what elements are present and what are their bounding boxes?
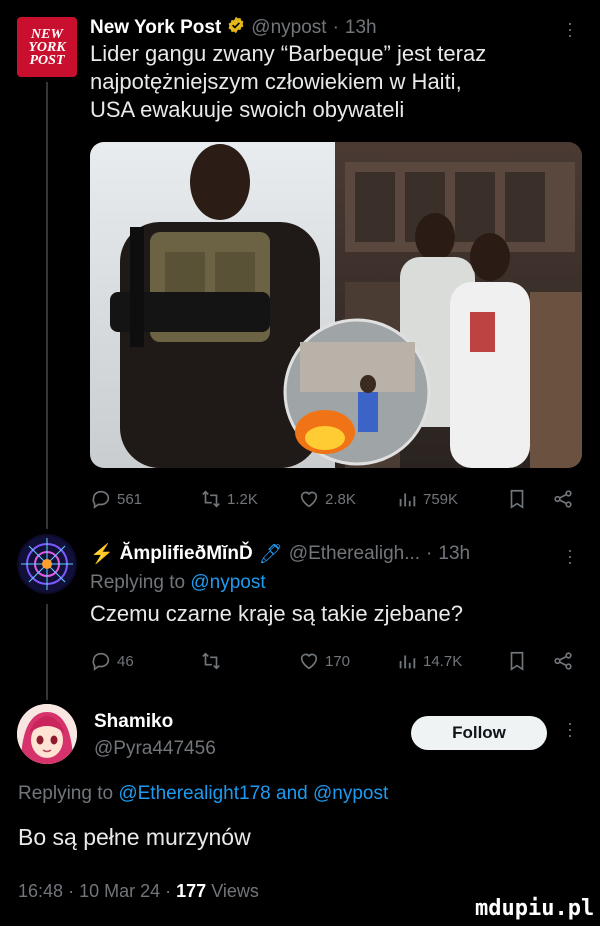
verified-badge-icon: [227, 16, 245, 40]
mandala-icon: [19, 536, 75, 592]
more-options-icon[interactable]: · · ·: [565, 541, 575, 571]
post-date[interactable]: 10 Mar 24: [79, 881, 160, 901]
tweet1-text: Lider gangu zwany “Barbeque” jest teraz …: [90, 40, 486, 124]
reply-icon: [92, 490, 110, 509]
reply-button[interactable]: 561: [90, 488, 142, 510]
watermark: mdupiu.pl: [475, 896, 594, 921]
author-handle[interactable]: @Pyra447456: [94, 738, 216, 760]
replying-handle-link[interactable]: @Etherealight178: [118, 783, 270, 804]
analytics-icon: [399, 493, 416, 507]
tweet1-actions: 561 1.2K 2.8K 759K: [90, 486, 582, 512]
thread-line: [46, 82, 48, 529]
logo-line: NEW: [31, 26, 63, 42]
like-button[interactable]: 2.8K: [298, 488, 356, 510]
post-time[interactable]: 16:48: [18, 881, 63, 901]
replying-handle-link[interactable]: @nypost: [190, 572, 265, 593]
share-button[interactable]: [552, 650, 574, 672]
replying-handle-link[interactable]: @nypost: [313, 783, 388, 804]
share-icon: [554, 652, 572, 670]
watermark-text: mdupiu.pl: [475, 896, 595, 921]
separator: ·: [332, 17, 339, 38]
amplifiedmind-avatar[interactable]: [17, 534, 77, 594]
thread-line: [46, 604, 48, 700]
views-count: 14.7K: [423, 652, 463, 670]
tweet2-header: ⚡ ĂmplifieðMĭnĎ 🖊 @Etherealigh... · 13h: [90, 542, 470, 566]
shamiko-avatar[interactable]: [17, 704, 77, 764]
reply-icon: [92, 652, 110, 671]
photo-illustration: [90, 142, 582, 468]
retweet-icon: [202, 652, 220, 670]
views-button[interactable]: 14.7K: [396, 650, 462, 672]
heart-icon: [300, 491, 318, 508]
replying-to: Replying to @Etherealight178 and @nypost: [18, 783, 388, 805]
author-handle[interactable]: @Etherealigh...: [289, 543, 420, 565]
reply-button[interactable]: 46: [90, 650, 134, 672]
tweet2-actions: 46 170 14.7K: [90, 648, 582, 674]
share-icon: [554, 490, 572, 508]
author-name[interactable]: Shamiko: [94, 711, 173, 733]
logo-line: POST: [29, 52, 65, 68]
tweet2-text: Czemu czarne kraje są takie zjebane?: [90, 601, 463, 626]
separator: ·: [165, 881, 172, 901]
text-line: USA ewakuuje swoich obywateli: [90, 97, 405, 122]
anime-avatar-icon: [17, 704, 77, 764]
author-name[interactable]: New York Post: [90, 17, 221, 39]
separator: ·: [68, 881, 75, 901]
lightning-emoji: ⚡: [90, 544, 114, 565]
retweet-button[interactable]: 1.2K: [200, 488, 258, 510]
bookmark-button[interactable]: [506, 488, 528, 510]
share-button[interactable]: [552, 488, 574, 510]
heart-icon: [300, 653, 318, 670]
text-line: najpotężniejszym człowiekiem w Haiti,: [90, 69, 462, 94]
tweet1-header: New York Post @nypost · 13h: [90, 16, 377, 40]
logo-line: YORK: [28, 39, 66, 55]
more-options-icon[interactable]: · · ·: [565, 14, 575, 44]
author-name[interactable]: ĂmplifieðMĭnĎ: [120, 543, 253, 565]
replying-label: Replying to: [90, 572, 186, 593]
nypost-avatar[interactable]: NEW YORK POST: [17, 17, 77, 77]
tweet3-text: Bo są pełne murzynów: [18, 824, 251, 850]
analytics-icon: [399, 655, 416, 669]
replying-label: Replying to: [18, 783, 114, 804]
timestamp[interactable]: 13h: [438, 543, 470, 565]
pen-emoji: 🖊: [258, 544, 283, 565]
author-handle[interactable]: @nypost: [251, 17, 326, 39]
views-button[interactable]: 759K: [396, 488, 458, 510]
like-count: 170: [325, 652, 351, 670]
follow-button[interactable]: Follow: [411, 716, 547, 750]
like-count: 2.8K: [325, 490, 356, 508]
views-count: 759K: [423, 490, 459, 508]
replying-to: Replying to @nypost: [90, 572, 266, 594]
like-button[interactable]: 170: [298, 650, 350, 672]
reply-count: 561: [117, 490, 143, 508]
timestamp[interactable]: 13h: [345, 17, 377, 39]
separator: ·: [426, 543, 433, 564]
replying-and: and: [276, 783, 308, 804]
bookmark-button[interactable]: [506, 650, 528, 672]
views-number: 177: [176, 881, 207, 901]
text-line: Lider gangu zwany “Barbeque” jest teraz: [90, 41, 487, 66]
more-options-icon[interactable]: · · ·: [565, 714, 575, 744]
views-label: Views: [211, 881, 259, 901]
bookmark-icon: [510, 489, 524, 509]
retweet-count: 1.2K: [227, 490, 258, 508]
bookmark-icon: [510, 651, 524, 671]
tweet-photo[interactable]: [90, 142, 582, 468]
retweet-button[interactable]: [200, 650, 227, 672]
reply-count: 46: [117, 652, 134, 670]
tweet3-meta: 16:48 · 10 Mar 24 · 177 Views: [18, 881, 259, 902]
retweet-icon: [202, 490, 220, 508]
